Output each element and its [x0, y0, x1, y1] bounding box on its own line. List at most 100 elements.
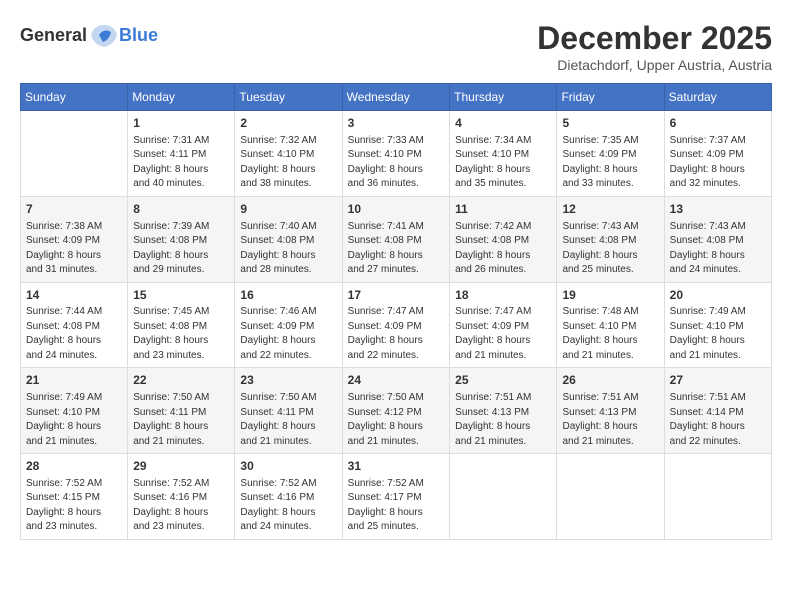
day-info-line: Sunrise: 7:37 AM [670, 134, 766, 149]
day-info-line: Sunrise: 7:46 AM [240, 305, 336, 320]
day-info-line: Daylight: 8 hours [133, 163, 229, 178]
calendar-cell: 23 Sunrise: 7:50 AMSunset: 4:11 PMDayligh… [235, 368, 342, 454]
calendar-cell: 6Sunrise: 7:37 AMSunset: 4:09 PMDaylight… [664, 111, 771, 197]
calendar-cell: 16Sunrise: 7:46 AMSunset: 4:09 PMDayligh… [235, 282, 342, 368]
calendar-cell: 1Sunrise: 7:31 AMSunset: 4:11 PMDaylight… [128, 111, 235, 197]
day-info-line: Sunrise: 7:51 AM [670, 391, 766, 406]
day-info-line: Sunrise: 7:49 AM [26, 391, 122, 406]
day-info-line: Daylight: 8 hours [26, 334, 122, 349]
day-info-line: Sunset: 4:12 PM [348, 406, 445, 421]
day-info-line: Sunrise: 7:47 AM [455, 305, 551, 320]
day-info-line: Daylight: 8 hours [133, 249, 229, 264]
day-info-line: Sunset: 4:10 PM [670, 320, 766, 335]
day-info-line: and 27 minutes. [348, 263, 445, 278]
day-number: 11 [455, 201, 551, 218]
day-number: 2 [240, 115, 336, 132]
month-title: December 2025 [537, 20, 772, 57]
day-info-line: and 36 minutes. [348, 177, 445, 192]
day-info: Sunrise: 7:50 AMSunset: 4:11 PMDaylight:… [133, 391, 229, 449]
calendar-cell: 21Sunrise: 7:49 AMSunset: 4:10 PMDayligh… [21, 368, 128, 454]
day-info: Sunrise: 7:38 AMSunset: 4:09 PMDaylight:… [26, 220, 122, 278]
day-number: 23 [240, 372, 336, 389]
title-block: December 2025 Dietachdorf, Upper Austria… [537, 20, 772, 73]
day-info-line: and 21 minutes. [133, 435, 229, 450]
day-info-line: Sunrise: 7:43 AM [562, 220, 658, 235]
day-info: Sunrise: 7:47 AMSunset: 4:09 PMDaylight:… [455, 305, 551, 363]
day-info: Sunrise: 7:42 AMSunset: 4:08 PMDaylight:… [455, 220, 551, 278]
day-info-line: and 21 minutes. [562, 349, 658, 364]
day-info-line: Sunset: 4:08 PM [26, 320, 122, 335]
day-info-line: Sunset: 4:11 PM [133, 406, 229, 421]
calendar-cell: 18Sunrise: 7:47 AMSunset: 4:09 PMDayligh… [450, 282, 557, 368]
day-info-line: Daylight: 8 hours [26, 420, 122, 435]
calendar-cell: 24Sunrise: 7:50 AMSunset: 4:12 PMDayligh… [342, 368, 450, 454]
day-number: 15 [133, 287, 229, 304]
day-info-line: and 23 minutes. [26, 520, 122, 535]
day-info-line: Sunset: 4:08 PM [562, 234, 658, 249]
day-info: Sunrise: 7:35 AMSunset: 4:09 PMDaylight:… [562, 134, 658, 192]
day-info-line: and 24 minutes. [670, 263, 766, 278]
day-info-line: Sunrise: 7:40 AM [240, 220, 336, 235]
day-info-line: Daylight: 8 hours [133, 334, 229, 349]
day-info-line: Sunrise: 7:52 AM [240, 477, 336, 492]
day-info-line: and 21 minutes. [240, 435, 336, 450]
day-info: Sunrise: 7:52 AMSunset: 4:16 PMDaylight:… [133, 477, 229, 535]
logo-blue: Blue [119, 25, 158, 46]
day-number: 8 [133, 201, 229, 218]
day-info-line: and 22 minutes. [348, 349, 445, 364]
day-info-line: Sunrise: 7:39 AM [133, 220, 229, 235]
day-info: Sunrise: 7:40 AMSunset: 4:08 PMDaylight:… [240, 220, 336, 278]
calendar-cell: 22Sunrise: 7:50 AMSunset: 4:11 PMDayligh… [128, 368, 235, 454]
day-number: 16 [240, 287, 336, 304]
day-info-line: Sunrise: 7:45 AM [133, 305, 229, 320]
day-info-line: Daylight: 8 hours [26, 249, 122, 264]
day-info-line: Sunset: 4:09 PM [562, 148, 658, 163]
day-info-line: and 22 minutes. [240, 349, 336, 364]
calendar-cell: 13Sunrise: 7:43 AMSunset: 4:08 PMDayligh… [664, 196, 771, 282]
day-info-line: Daylight: 8 hours [240, 163, 336, 178]
day-info-line: Daylight: 8 hours [670, 334, 766, 349]
day-number: 24 [348, 372, 445, 389]
calendar-cell: 26Sunrise: 7:51 AMSunset: 4:13 PMDayligh… [557, 368, 664, 454]
day-number: 6 [670, 115, 766, 132]
day-info-line: Sunrise: 7:35 AM [562, 134, 658, 149]
calendar-cell: 17Sunrise: 7:47 AMSunset: 4:09 PMDayligh… [342, 282, 450, 368]
calendar-cell [21, 111, 128, 197]
day-info-line: Daylight: 8 hours [348, 334, 445, 349]
day-info-line: and 23 minutes. [133, 349, 229, 364]
day-info-line: Sunrise: 7:49 AM [670, 305, 766, 320]
weekday-header-row: SundayMondayTuesdayWednesdayThursdayFrid… [21, 84, 772, 111]
day-info-line: Sunrise: 7:50 AM [348, 391, 445, 406]
day-info: Sunrise: 7:49 AMSunset: 4:10 PMDaylight:… [670, 305, 766, 363]
calendar-cell: 29Sunrise: 7:52 AMSunset: 4:16 PMDayligh… [128, 454, 235, 540]
day-number: 21 [26, 372, 122, 389]
day-number: 12 [562, 201, 658, 218]
day-info-line: and 24 minutes. [26, 349, 122, 364]
day-info-line: Sunrise: 7:43 AM [670, 220, 766, 235]
day-info: Sunrise: 7:51 AMSunset: 4:13 PMDaylight:… [455, 391, 551, 449]
day-number: 4 [455, 115, 551, 132]
day-info-line: Daylight: 8 hours [670, 420, 766, 435]
day-info-line: Sunrise: 7:51 AM [562, 391, 658, 406]
page-header: General Blue December 2025 Dietachdorf, … [20, 20, 772, 73]
day-number: 17 [348, 287, 445, 304]
day-info-line: Daylight: 8 hours [455, 249, 551, 264]
calendar-cell [664, 454, 771, 540]
day-info-line: Sunset: 4:08 PM [133, 320, 229, 335]
day-number: 13 [670, 201, 766, 218]
day-info-line: and 29 minutes. [133, 263, 229, 278]
day-info-line: and 21 minutes. [26, 435, 122, 450]
day-info-line: Sunrise: 7:38 AM [26, 220, 122, 235]
day-info-line: Daylight: 8 hours [455, 420, 551, 435]
weekday-header: Monday [128, 84, 235, 111]
day-info-line: Sunset: 4:09 PM [455, 320, 551, 335]
weekday-header: Sunday [21, 84, 128, 111]
calendar-cell: 5Sunrise: 7:35 AMSunset: 4:09 PMDaylight… [557, 111, 664, 197]
day-info-line: Sunset: 4:08 PM [348, 234, 445, 249]
day-info-line: Sunrise: 7:34 AM [455, 134, 551, 149]
day-info-line: and 22 minutes. [670, 435, 766, 450]
calendar-cell: 27Sunrise: 7:51 AMSunset: 4:14 PMDayligh… [664, 368, 771, 454]
calendar-cell [450, 454, 557, 540]
day-info: Sunrise: 7:50 AMSunset: 4:11 PMDaylight:… [240, 391, 336, 449]
day-info-line: and 28 minutes. [240, 263, 336, 278]
